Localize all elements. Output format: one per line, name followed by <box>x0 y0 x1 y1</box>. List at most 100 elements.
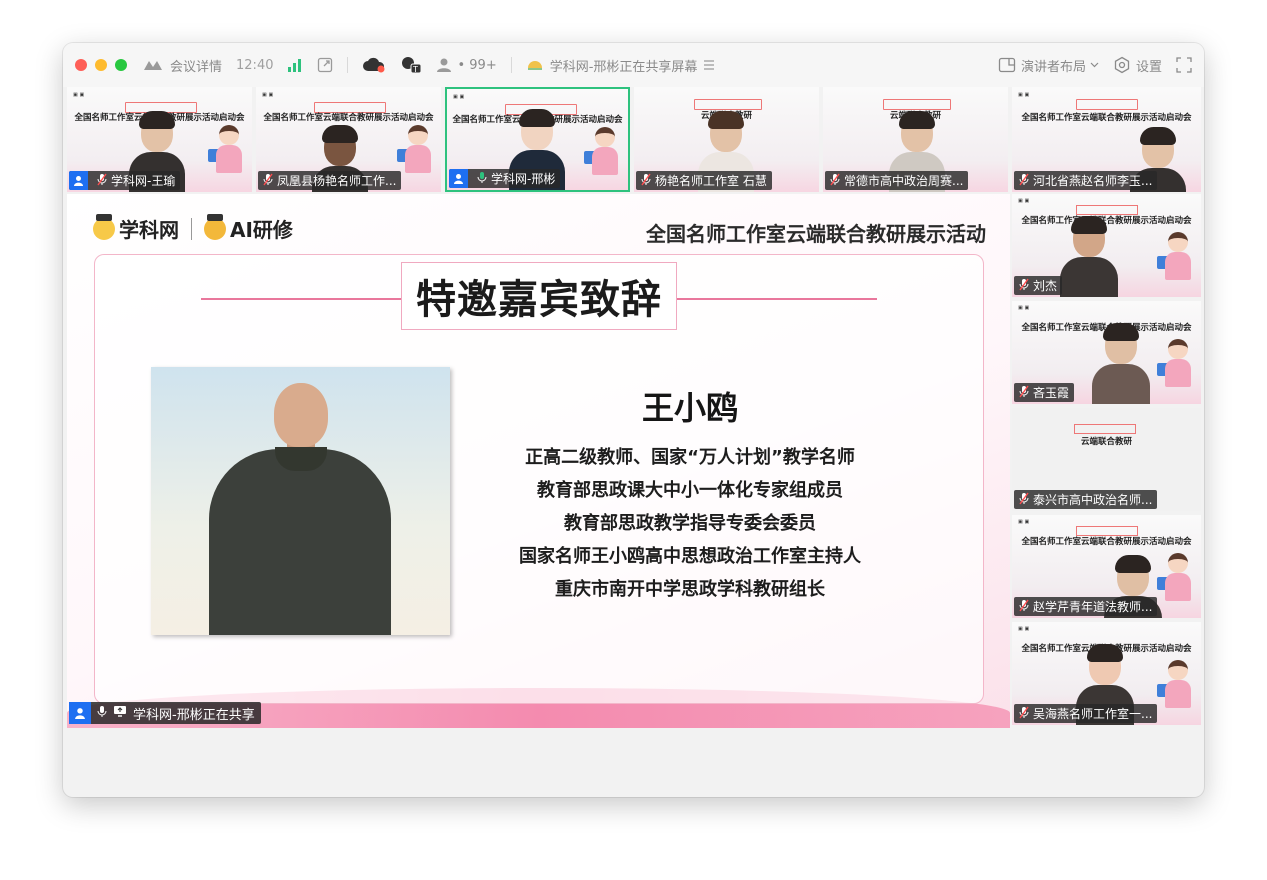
minimize-window-button[interactable] <box>95 59 107 71</box>
participant-name-tag: 学科网-邢彬 <box>449 169 561 188</box>
slide-logo: ▣ ▣ <box>1018 305 1030 311</box>
mic-muted-icon <box>1019 706 1029 722</box>
participant-name: 刘杰 <box>1033 279 1058 293</box>
participant-tile[interactable]: 云端联合教研 常德市高中政治周赛... <box>823 87 1008 192</box>
toolbar-divider <box>347 57 349 73</box>
menu-lines-icon[interactable] <box>703 60 715 70</box>
brand-divider <box>191 217 192 240</box>
meeting-time: 12:40 <box>236 57 274 73</box>
mic-muted-icon <box>1019 278 1029 294</box>
participants-icon <box>436 57 454 73</box>
mic-speaking-icon <box>477 171 487 187</box>
shared-screen[interactable]: 学科网 AI研修 全国名师工作室云端联合教研展示活动 特邀嘉宾致辞 王小鸥 正高… <box>67 194 1010 728</box>
participant-video <box>1092 323 1150 404</box>
slide-title: 云端联合教研 <box>1080 437 1132 447</box>
mic-muted-icon <box>1019 385 1029 401</box>
participant-tile-active-speaker[interactable]: ▣ ▣ 全国名师工作室云端联合教研展示活动启动会 学科网-邢彬 <box>445 87 630 192</box>
guest-titles: 正高二级教师、国家“万人计划”教学名师 教育部思政课大中小一体化专家组成员 教育… <box>475 441 905 606</box>
participant-name: 学科网-邢彬 <box>491 172 556 186</box>
signal-bars-icon[interactable] <box>287 58 303 72</box>
guest-photo <box>151 367 450 635</box>
slide-logo: ▣ ▣ <box>453 94 465 100</box>
participant-name-tag: 杨艳名师工作室 石慧 <box>636 171 772 190</box>
settings-button[interactable]: 设置 <box>1113 56 1162 75</box>
slide-badge <box>1074 424 1136 434</box>
guest-title-line: 正高二级教师、国家“万人计划”教学名师 <box>525 447 855 468</box>
participant-tile[interactable]: 云端联合教研 泰兴市高中政治名师... <box>1012 408 1201 511</box>
slide-heading: 特邀嘉宾致辞 <box>401 262 677 330</box>
cartoon-teacher-illustration <box>584 127 618 177</box>
settings-label: 设置 <box>1135 59 1162 75</box>
participant-video <box>1060 216 1118 297</box>
zoom-window-button[interactable] <box>115 59 127 71</box>
slide-logo: ▣ ▣ <box>73 92 85 98</box>
slide-logo: ▣ ▣ <box>1018 519 1030 525</box>
meeting-details-button[interactable]: 会议详情 <box>143 56 222 75</box>
share-avatar-icon <box>526 58 544 72</box>
participant-tile[interactable]: ▣ ▣ 全国名师工作室云端联合教研展示活动启动会 凤凰县杨艳名师工作... <box>256 87 441 192</box>
slide-title: 全国名师工作室云端联合教研展示活动启动会 <box>1021 537 1192 547</box>
slide-panel: 特邀嘉宾致辞 王小鸥 正高二级教师、国家“万人计划”教学名师 教育部思政课大中小… <box>94 254 984 704</box>
guest-name: 王小鸥 <box>641 389 738 427</box>
mic-muted-icon <box>1019 492 1029 508</box>
participant-name: 吴海燕名师工作室一... <box>1033 707 1153 721</box>
participant-name: 学科网-王瑜 <box>111 174 176 188</box>
participant-tile[interactable]: ▣ ▣ 全国名师工作室云端联合教研展示活动启动会 赵学芹青年道法教师... <box>1012 515 1201 618</box>
mic-muted-icon <box>97 173 107 189</box>
meeting-details-label: 会议详情 <box>170 59 223 75</box>
participant-name-tag: 常德市高中政治周赛... <box>825 171 969 190</box>
gear-icon <box>1113 56 1131 74</box>
caption-translate-icon[interactable]: T <box>400 56 422 74</box>
participant-name-tag: 赵学芹青年道法教师... <box>1014 597 1158 616</box>
participant-tile[interactable]: 云端联合教研 杨艳名师工作室 石慧 <box>634 87 819 192</box>
mic-muted-icon <box>641 173 651 189</box>
mascot-logo-icon <box>93 213 115 240</box>
meeting-window: 会议详情 12:40 T • 99+ 学科网-邢彬正在共享屏幕 演讲者布局 设置… <box>63 43 1204 797</box>
close-window-button[interactable] <box>75 59 87 71</box>
guest-title-line: 重庆市南开中学思政学科教研组长 <box>555 579 825 600</box>
participant-name: 常德市高中政治周赛... <box>844 174 964 188</box>
user-icon <box>449 169 468 188</box>
heading-rule-left <box>201 298 401 300</box>
sharing-status[interactable]: 学科网-邢彬正在共享屏幕 <box>526 56 716 75</box>
participant-name-tag: 吴海燕名师工作室一... <box>1014 704 1158 723</box>
sharer-label: 学科网-邢彬正在共享 <box>133 707 255 723</box>
guest-title-line: 教育部思政教学指导专委会委员 <box>564 513 816 534</box>
slide-title: 全国名师工作室云端联合教研展示活动启动会 <box>263 113 434 123</box>
participant-name: 吝玉霞 <box>1033 386 1070 400</box>
brand-name: 学科网 <box>119 218 179 242</box>
svg-text:T: T <box>412 65 418 74</box>
cartoon-teacher-illustration <box>1157 232 1191 282</box>
title-bar-right: 演讲者布局 设置 <box>984 43 1192 87</box>
participant-name: 泰兴市高中政治名师... <box>1033 493 1153 507</box>
participant-name-tag: 吝玉霞 <box>1014 383 1075 402</box>
participants-button[interactable]: • 99+ <box>436 57 497 73</box>
event-title: 全国名师工作室云端联合教研展示活动 <box>646 222 986 246</box>
chevron-down-icon <box>1090 62 1099 68</box>
participant-side-column: ▣ ▣ 全国名师工作室云端联合教研展示活动启动会 刘杰 ▣ ▣ 全国名师工作室云… <box>1012 87 1201 727</box>
fullscreen-icon[interactable] <box>1176 57 1192 73</box>
guest-title-line: 教育部思政课大中小一体化专家组成员 <box>537 480 843 501</box>
title-bar: 会议详情 12:40 T • 99+ 学科网-邢彬正在共享屏幕 演讲者布局 设置 <box>63 43 1204 87</box>
cloud-record-icon[interactable] <box>362 57 386 73</box>
participant-tile[interactable]: ▣ ▣ 全国名师工作室云端联合教研展示活动启动会 学科网-王瑜 <box>67 87 252 192</box>
toolbar-divider <box>510 57 512 73</box>
layout-button[interactable]: 演讲者布局 <box>998 56 1099 75</box>
participants-count: • 99+ <box>457 57 497 73</box>
mic-icon <box>97 705 107 722</box>
mic-muted-icon <box>830 173 840 189</box>
pop-out-icon[interactable] <box>317 57 333 73</box>
participant-name-tag: 学科网-王瑜 <box>69 171 181 190</box>
participant-tile[interactable]: ▣ ▣ 全国名师工作室云端联合教研展示活动启动会 吝玉霞 <box>1012 301 1201 404</box>
user-icon <box>69 702 91 724</box>
cartoon-teacher-illustration <box>1157 339 1191 389</box>
participant-tile[interactable]: ▣ ▣ 全国名师工作室云端联合教研展示活动启动会 刘杰 <box>1012 194 1201 297</box>
screen-share-icon <box>113 705 127 721</box>
mic-muted-icon <box>1019 599 1029 615</box>
participant-name: 赵学芹青年道法教师... <box>1033 600 1153 614</box>
participant-tile[interactable]: ▣ ▣ 全国名师工作室云端联合教研展示活动启动会 吴海燕名师工作室一... <box>1012 622 1201 725</box>
layout-icon <box>998 57 1016 73</box>
cartoon-teacher-illustration <box>1157 553 1191 603</box>
layout-label: 演讲者布局 <box>1020 59 1086 75</box>
user-icon <box>69 171 88 190</box>
